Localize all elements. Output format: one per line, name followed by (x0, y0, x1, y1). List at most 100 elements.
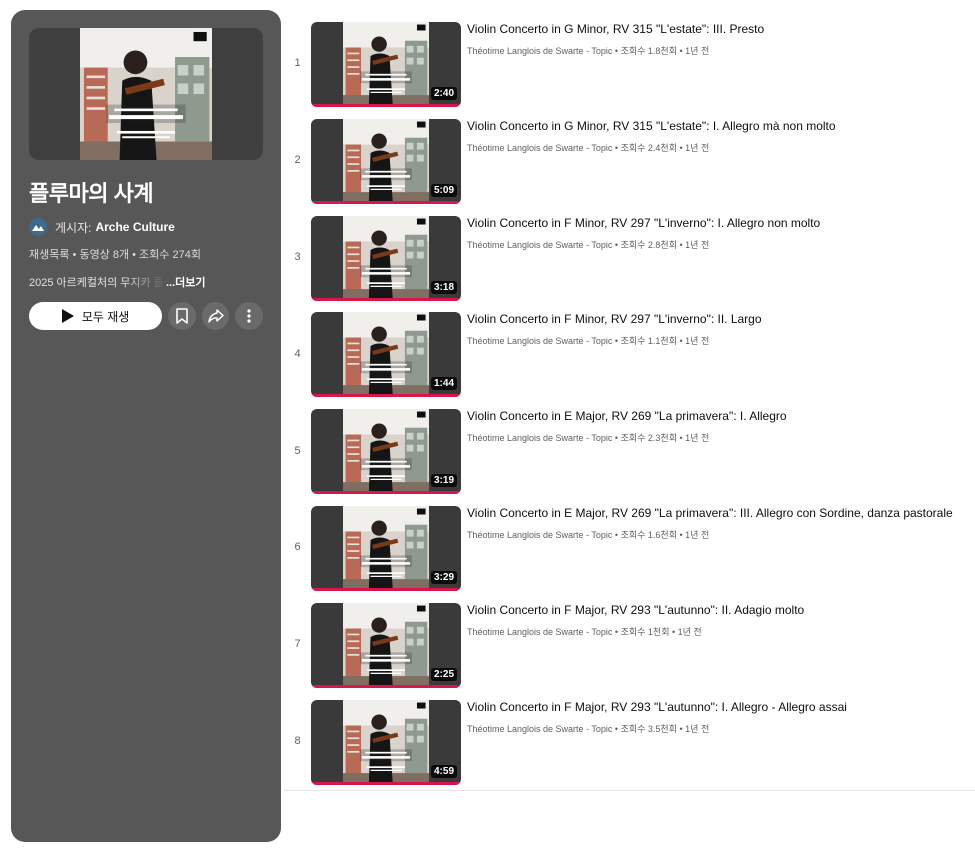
video-title[interactable]: Violin Concerto in F Minor, RV 297 "L'in… (467, 216, 820, 231)
play-all-button[interactable]: 모두 재생 (29, 302, 163, 330)
video-duration: 3:29 (430, 570, 457, 584)
video-views: 조회수 1.1천회 (620, 336, 677, 347)
video-duration: 3:18 (430, 280, 457, 294)
video-info: Violin Concerto in G Minor, RV 315 "L'es… (467, 119, 836, 208)
video-channel[interactable]: Théotime Langlois de Swarte - Topic (467, 530, 612, 540)
video-channel[interactable]: Théotime Langlois de Swarte - Topic (467, 724, 612, 734)
video-meta: Théotime Langlois de Swarte - Topic • 조회… (467, 529, 710, 540)
video-age: 1년 전 (677, 626, 702, 637)
video-age: 1년 전 (685, 239, 710, 250)
watch-progress-bar (311, 394, 461, 398)
more-button[interactable]: ...더보기 (166, 274, 206, 290)
video-views: 조회수 1.6천회 (620, 529, 677, 540)
video-channel[interactable]: Théotime Langlois de Swarte - Topic (467, 143, 612, 153)
video-meta: Théotime Langlois de Swarte - Topic • 조회… (467, 142, 710, 153)
video-channel[interactable]: Théotime Langlois de Swarte - Topic (467, 336, 612, 346)
video-thumbnail[interactable]: 3:19 (311, 409, 461, 495)
video-info: Violin Concerto in E Major, RV 269 "La p… (467, 506, 953, 595)
playlist-actions: 모두 재생 (29, 302, 263, 330)
video-meta: Théotime Langlois de Swarte - Topic • 조회… (467, 626, 702, 637)
playlist-video-item[interactable]: 6 3:29 Violin Concerto in E Major, RV 26… (284, 498, 975, 595)
video-title[interactable]: Violin Concerto in E Major, RV 269 "La p… (467, 506, 953, 521)
owner-prefix: 게시자: (55, 220, 92, 235)
video-views: 조회수 2.3천회 (620, 433, 677, 444)
save-playlist-button[interactable] (168, 302, 196, 330)
video-age: 1년 전 (685, 723, 710, 734)
video-thumbnail[interactable]: 3:29 (311, 505, 461, 591)
playlist-video-item[interactable]: 5 3:19 Violin Concerto in E Major, RV 26… (284, 401, 975, 498)
video-duration: 2:40 (430, 87, 457, 100)
thumbnail-image (343, 22, 429, 107)
video-meta: Théotime Langlois de Swarte - Topic • 조회… (467, 336, 710, 347)
video-channel[interactable]: Théotime Langlois de Swarte - Topic (467, 46, 612, 56)
video-index: 2 (294, 154, 301, 167)
video-views: 조회수 3.5천회 (620, 723, 677, 734)
mountain-icon (32, 225, 44, 231)
more-vert-icon (247, 309, 251, 323)
video-channel[interactable]: Théotime Langlois de Swarte - Topic (467, 627, 612, 637)
watch-progress-bar (311, 587, 461, 591)
playlist-header-panel: 플루마의 사계 게시자: Arche Culture 재생목록 • 동영상 8개… (11, 10, 281, 842)
video-info: Violin Concerto in F Minor, RV 297 "L'in… (467, 312, 762, 401)
video-title[interactable]: Violin Concerto in F Major, RV 293 "L'au… (467, 603, 804, 618)
bookmark-icon (176, 308, 188, 324)
playlist-video-item[interactable]: 4 1:44 Violin Concerto in F Minor, RV 29… (284, 304, 975, 401)
video-views: 조회수 2.4천회 (620, 142, 677, 153)
playlist-meta: 재생목록 • 동영상 8개 • 조회수 274회 (29, 249, 201, 261)
playlist-owner[interactable]: 게시자: Arche Culture (29, 218, 263, 236)
video-info: Violin Concerto in F Major, RV 293 "L'au… (467, 700, 847, 789)
playlist-video-item[interactable]: 8 4:59 Violin Concerto in F Major, RV 29… (284, 692, 975, 789)
playlist-video-item[interactable]: 3 3:18 Violin Concerto in F Minor, RV 29… (284, 208, 975, 305)
video-title[interactable]: Violin Concerto in G Minor, RV 315 "L'es… (467, 22, 764, 37)
thumbnail-image (343, 409, 429, 494)
video-title[interactable]: Violin Concerto in E Major, RV 269 "La p… (467, 409, 787, 424)
video-index: 7 (294, 638, 301, 651)
video-thumbnail[interactable]: 2:40 (311, 22, 461, 107)
watch-progress-bar (311, 684, 461, 688)
video-thumbnail[interactable]: 5:09 (311, 118, 461, 204)
video-duration: 5:09 (430, 183, 457, 197)
video-duration: 3:19 (430, 474, 457, 488)
video-views: 조회수 1천회 (620, 626, 670, 637)
thumbnail-image (343, 700, 429, 785)
playlist-video-item[interactable]: 2 5:09 Violin Concerto in G Minor, RV 31… (284, 111, 975, 208)
owner-name-link[interactable]: Arche Culture (95, 220, 174, 234)
video-index: 3 (294, 250, 301, 263)
video-title[interactable]: Violin Concerto in F Minor, RV 297 "L'in… (467, 312, 762, 327)
video-meta: Théotime Langlois de Swarte - Topic • 조회… (467, 239, 710, 250)
playlist-video-item[interactable]: 1 2:40 Violin Concerto in G Minor, RV 31… (284, 14, 975, 111)
video-channel[interactable]: Théotime Langlois de Swarte - Topic (467, 433, 612, 443)
playlist-description: 2025 아르케컬처의 무지카 클래시카 ...더보기 (29, 274, 263, 290)
video-channel[interactable]: Théotime Langlois de Swarte - Topic (467, 240, 612, 250)
video-age: 1년 전 (685, 142, 710, 153)
owner-avatar[interactable] (29, 218, 47, 236)
video-title[interactable]: Violin Concerto in F Major, RV 293 "L'au… (467, 700, 847, 715)
watch-progress-bar (311, 200, 461, 204)
playlist-cover[interactable] (29, 28, 263, 160)
video-info: Violin Concerto in F Minor, RV 297 "L'in… (467, 216, 820, 305)
watch-progress-bar (311, 491, 461, 495)
video-title[interactable]: Violin Concerto in G Minor, RV 315 "L'es… (467, 119, 836, 134)
thumbnail-image (343, 312, 429, 397)
watch-progress-bar (311, 297, 461, 301)
video-index: 6 (294, 541, 301, 554)
video-thumbnail[interactable]: 4:59 (311, 699, 461, 785)
video-meta: Théotime Langlois de Swarte - Topic • 조회… (467, 46, 710, 56)
playlist-video-list: 1 2:40 Violin Concerto in G Minor, RV 31… (284, 14, 975, 788)
play-all-label: 모두 재생 (81, 309, 130, 324)
video-info: Violin Concerto in F Major, RV 293 "L'au… (467, 603, 804, 692)
video-index: 8 (294, 734, 301, 747)
video-thumbnail[interactable]: 3:18 (311, 215, 461, 301)
playlist-title: 플루마의 사계 (29, 181, 154, 206)
video-thumbnail[interactable]: 1:44 (311, 312, 461, 398)
play-icon (61, 309, 74, 323)
video-thumbnail[interactable]: 2:25 (311, 602, 461, 688)
share-button[interactable] (201, 302, 230, 330)
more-options-button[interactable] (235, 302, 263, 330)
video-info: Violin Concerto in E Major, RV 269 "La p… (467, 409, 787, 498)
list-divider (284, 790, 975, 791)
playlist-video-item[interactable]: 7 2:25 Violin Concerto in F Major, RV 29… (284, 595, 975, 692)
video-info: Violin Concerto in G Minor, RV 315 "L'es… (467, 22, 764, 111)
video-meta: Théotime Langlois de Swarte - Topic • 조회… (467, 433, 710, 444)
thumbnail-image (343, 119, 429, 204)
